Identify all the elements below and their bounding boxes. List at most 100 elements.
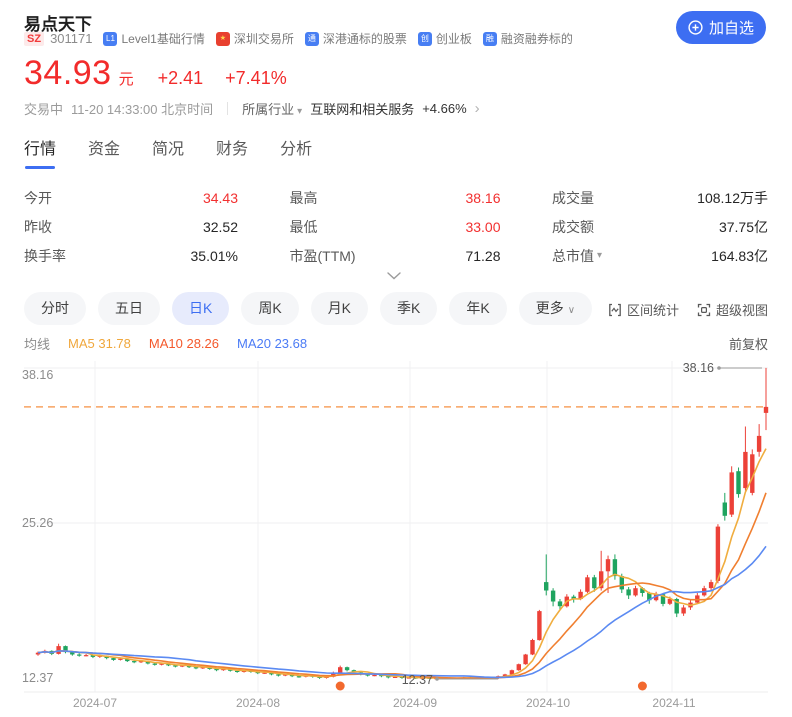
x-axis-label: 2024-07 (73, 696, 117, 710)
range-stats-button[interactable]: 区间统计 (608, 300, 679, 319)
ma20-line (38, 546, 766, 677)
tab-financials[interactable]: 财务 (216, 135, 248, 169)
plus-circle-icon (688, 20, 703, 35)
candle (77, 653, 81, 656)
x-axis-label: 2024-10 (526, 696, 570, 710)
y-axis-label: 25.26 (22, 516, 53, 530)
ma-title: 均线 (24, 334, 50, 353)
shenzhen-exchange-icon (216, 32, 230, 46)
candle (551, 588, 555, 606)
trading-status: 交易中 (24, 99, 63, 118)
stat-low: 最低 33.00 (290, 212, 501, 241)
candle (764, 368, 768, 430)
event-dot[interactable] (638, 682, 647, 691)
candle (523, 654, 527, 665)
tag-label: Level1基础行情 (121, 30, 204, 47)
candle (530, 639, 534, 655)
candle (585, 575, 589, 593)
industry-label[interactable]: 所属行业 (242, 99, 302, 118)
candle (345, 667, 349, 672)
candle (757, 424, 761, 457)
l1-icon: L1 (103, 32, 117, 46)
tag-level1: L1 Level1基础行情 (103, 30, 204, 47)
industry-name[interactable]: 互联网和相关服务 (310, 99, 414, 118)
current-price: 34.93 (24, 54, 112, 93)
tag-margin: 融 融资融券标的 (483, 30, 573, 47)
event-dot[interactable] (336, 682, 345, 691)
candlestick-chart[interactable]: 38.16 25.26 12.37 2024-07 2024-08 2024-09 2024… (0, 355, 792, 717)
quote-timestamp: 11-20 14:33:00 北京时间 (71, 99, 213, 118)
x-axis-label: 2024-09 (393, 696, 437, 710)
period-yearly-k[interactable]: 年K (449, 292, 506, 325)
tag-label: 深圳交易所 (234, 30, 294, 47)
candle (723, 493, 727, 521)
candle (544, 554, 548, 595)
add-watchlist-button[interactable]: 加自选 (676, 11, 766, 44)
candle (517, 664, 521, 671)
expand-stats-chevron[interactable] (380, 268, 408, 284)
tab-funds[interactable]: 资金 (88, 135, 120, 169)
stat-amount: 成交额 37.75亿 (552, 212, 768, 241)
period-daily-k[interactable]: 日K (172, 292, 229, 325)
stock-code: 301171 (50, 31, 92, 46)
period-5day[interactable]: 五日 (98, 292, 160, 325)
adjust-mode[interactable]: 前复权 (729, 334, 768, 353)
nav-tabs: 行情 资金 简况 财务 分析 (24, 135, 312, 169)
x-axis-label: 2024-11 (652, 696, 695, 710)
period-more[interactable]: 更多 (519, 292, 592, 325)
candle (63, 646, 67, 654)
market-cap-label[interactable]: 总市值 (552, 246, 602, 266)
tab-analysis[interactable]: 分析 (280, 135, 312, 169)
ma5-line (38, 449, 766, 679)
candle (709, 580, 713, 591)
stat-prev-close: 昨收 32.52 (24, 212, 238, 241)
stat-open: 今开 34.43 (24, 183, 238, 212)
stat-turnover-rate: 换手率 35.01% (24, 241, 238, 270)
candle (56, 644, 60, 655)
period-selector: 分时 五日 日K 周K 月K 季K 年K 更多 (24, 292, 592, 325)
candle (537, 610, 541, 641)
y-axis-label: 12.37 (22, 671, 53, 685)
chevron-right-icon[interactable]: › (475, 101, 480, 116)
candle (626, 587, 630, 599)
add-watchlist-label: 加自选 (709, 17, 754, 38)
tag-hk-connect: 通 深港通标的股票 (305, 30, 407, 47)
period-weekly-k[interactable]: 周K (241, 292, 298, 325)
candle (695, 593, 699, 604)
stat-market-cap: 总市值 164.83亿 (552, 241, 768, 270)
period-quarterly-k[interactable]: 季K (380, 292, 437, 325)
candle (338, 666, 342, 674)
high-marker-label: 38.16 (683, 361, 714, 375)
tag-label: 创业板 (436, 30, 472, 47)
tong-icon: 通 (305, 32, 319, 46)
chuang-icon: 创 (418, 32, 432, 46)
super-view-icon (697, 303, 711, 317)
chart-tools: 区间统计 超级视图 (608, 300, 768, 319)
stats-grid: 今开 34.43 昨收 32.52 换手率 35.01% 最高 38.16 最低… (24, 183, 768, 270)
tag-label: 融资融券标的 (501, 30, 573, 47)
ma-legend: 均线 MA5 31.78 MA10 28.26 MA20 23.68 (24, 334, 307, 353)
price-change-percent: +7.41% (225, 68, 287, 89)
ma5-value: MA5 31.78 (68, 336, 131, 351)
x-axis-label: 2024-08 (236, 696, 280, 710)
stat-pe-ttm: 市盈(TTM) 71.28 (290, 241, 501, 270)
price-change: +2.41 (158, 68, 204, 89)
stat-high: 最高 38.16 (290, 183, 501, 212)
period-minute[interactable]: 分时 (24, 292, 86, 325)
ma20-value: MA20 23.68 (237, 336, 307, 351)
stat-volume: 成交量 108.12万手 (552, 183, 768, 212)
caret-down-icon (564, 300, 575, 316)
price-unit: 元 (119, 68, 134, 89)
tab-quotes[interactable]: 行情 (24, 135, 56, 169)
stock-badges: SZ 301171 L1 Level1基础行情 深圳交易所 通 深港通标的股票 … (24, 30, 573, 47)
candle (743, 427, 747, 491)
market-badge: SZ (24, 32, 44, 46)
period-monthly-k[interactable]: 月K (311, 292, 368, 325)
candle (681, 605, 685, 616)
tab-profile[interactable]: 简况 (152, 135, 184, 169)
super-view-button[interactable]: 超级视图 (697, 300, 768, 319)
candle (736, 468, 740, 498)
status-row: 交易中 11-20 14:33:00 北京时间 所属行业 互联网和相关服务 +4… (24, 99, 480, 118)
industry-change: +4.66% (422, 101, 466, 116)
tag-exchange: 深圳交易所 (216, 30, 294, 47)
